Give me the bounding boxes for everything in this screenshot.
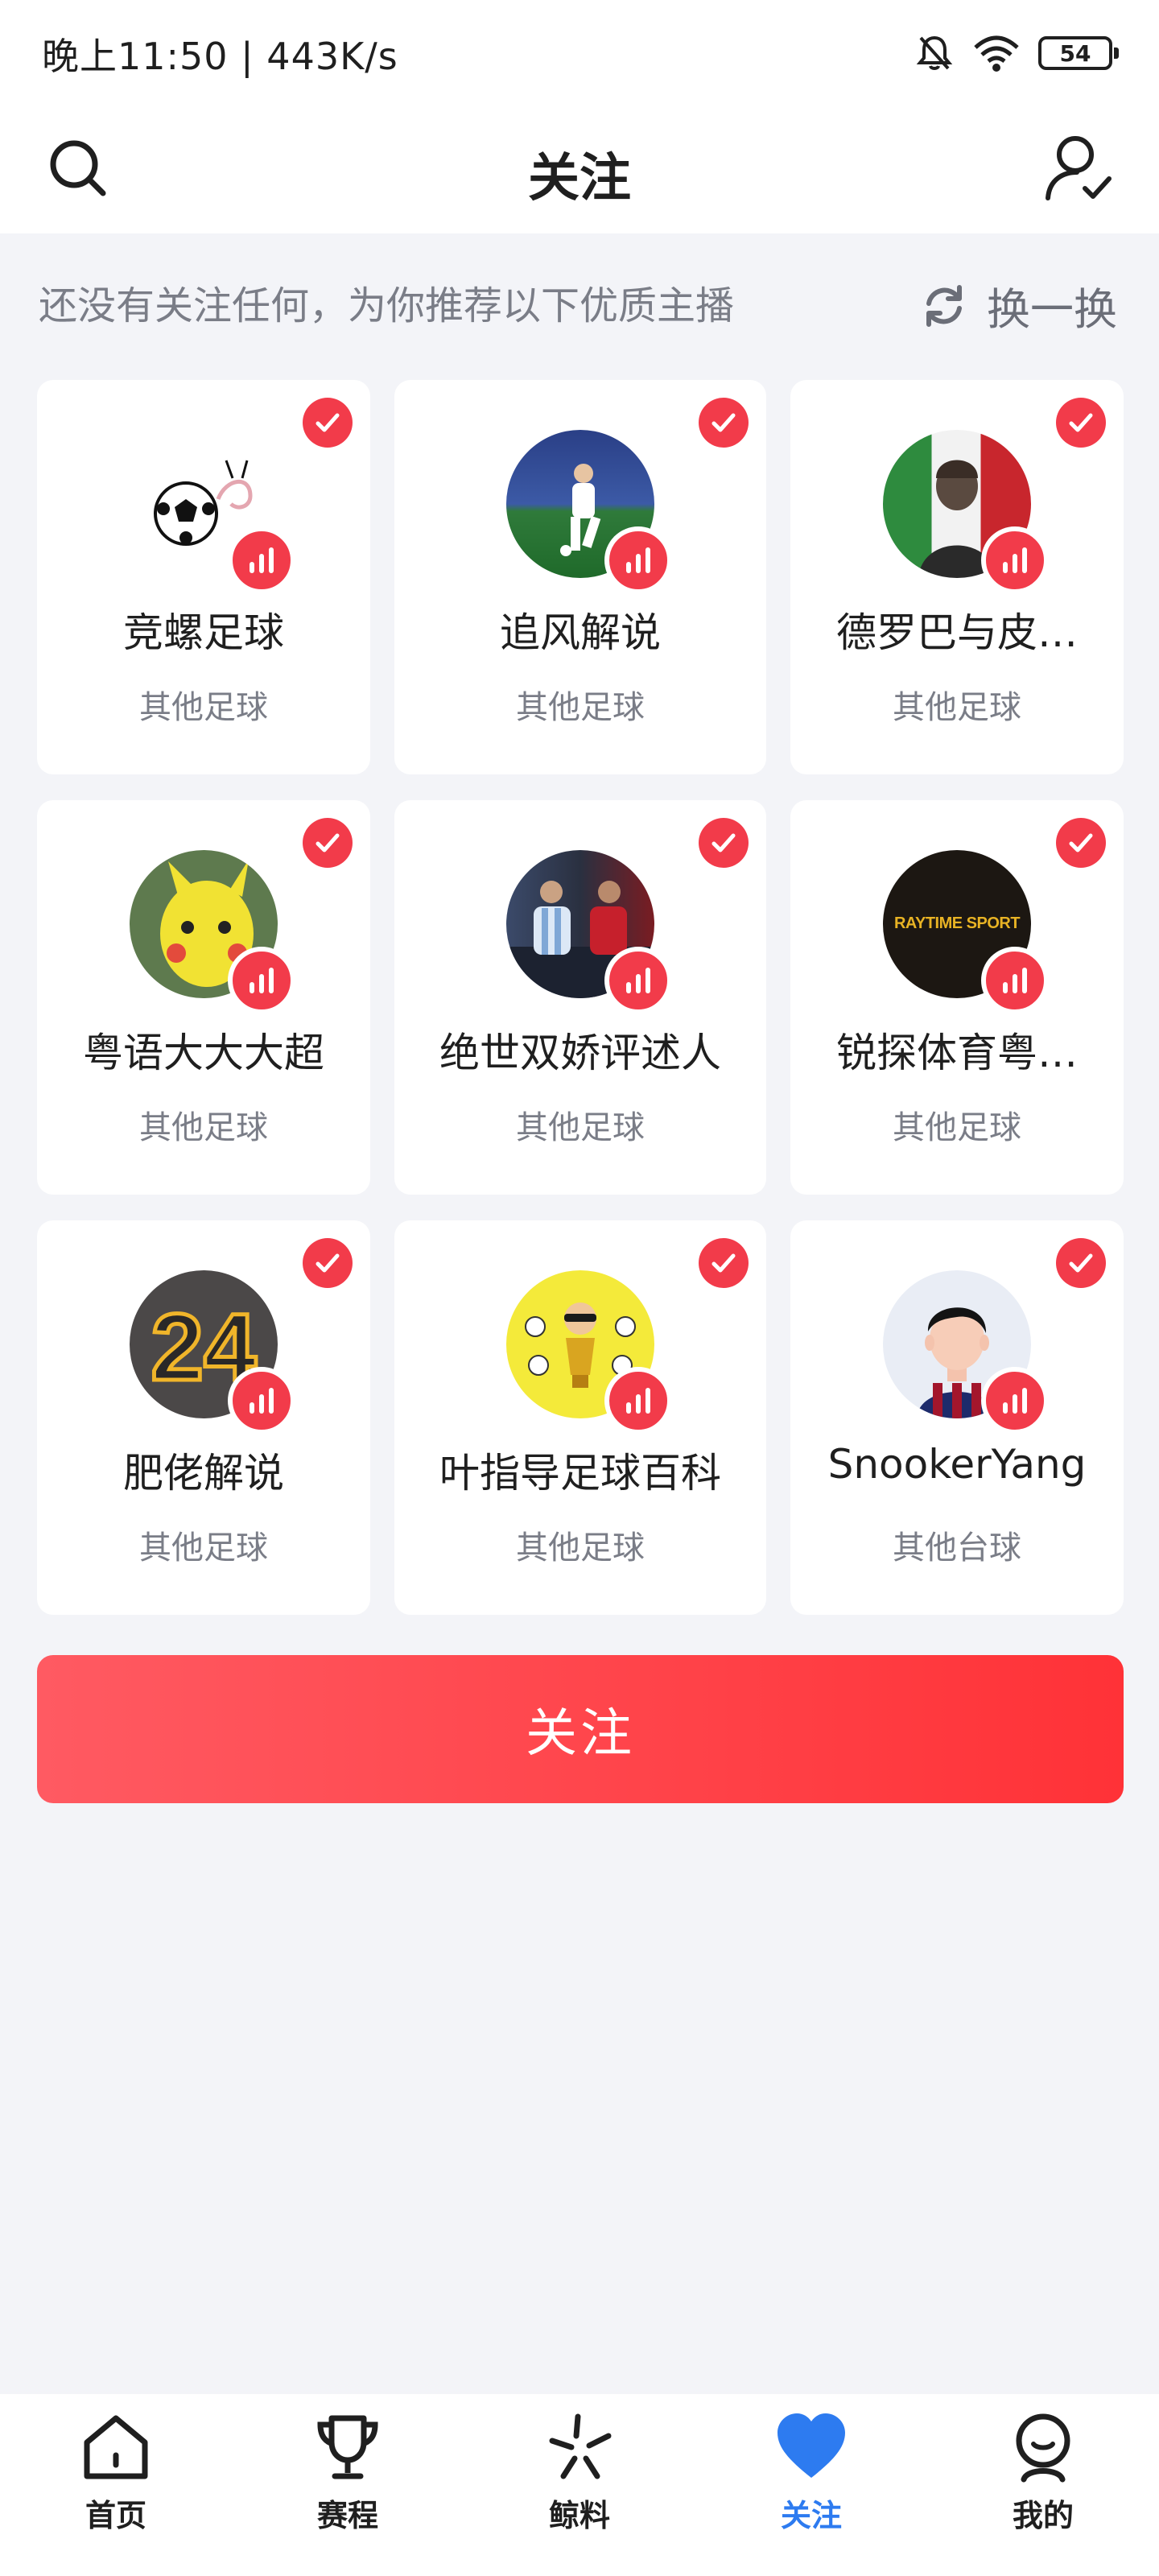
selected-check-icon[interactable] [303,1238,353,1288]
selected-check-icon[interactable] [303,398,353,448]
streamer-category: 其他足球 [139,1530,268,1567]
streamer-category: 其他足球 [516,689,645,726]
status-bar: 晚上11:50 | 443K/s 54 [0,0,1159,105]
streamer-card[interactable]: 竞螺足球 其他足球 [37,380,370,774]
selected-check-icon[interactable] [1056,818,1106,868]
live-icon [604,526,672,594]
streamer-card[interactable]: 德罗巴与皮… 其他足球 [790,380,1124,774]
nav-item-schedule[interactable]: 赛程 [232,2394,464,2576]
streamer-category: 其他足球 [139,1109,268,1146]
live-icon [604,947,672,1014]
mute-bell-icon [916,35,953,70]
nav-item-news[interactable]: 鲸料 [464,2394,695,2576]
sparkle-icon [549,2413,612,2479]
streamer-card[interactable]: 叶指导足球百科 其他足球 [394,1220,766,1615]
streamer-category: 其他足球 [516,1530,645,1567]
heart-icon [777,2413,845,2478]
home-icon [84,2415,148,2479]
streamer-name: 锐探体育粤… [836,1030,1078,1076]
live-icon [228,526,295,594]
streamer-card[interactable]: 粤语大大大超 其他足球 [37,800,370,1195]
selected-check-icon[interactable] [699,398,749,448]
nav-item-follow[interactable]: 关注 [695,2394,927,2576]
top-header: 关注 [0,105,1159,233]
selected-check-icon[interactable] [699,818,749,868]
live-icon [981,1367,1049,1435]
followed-user-icon[interactable] [1040,129,1117,206]
streamer-category: 其他台球 [893,1530,1021,1567]
streamer-category: 其他足球 [893,689,1021,726]
bottom-nav: 首页 赛程 鲸料 关注 我的 [0,2394,1159,2576]
status-icons: 54 [914,31,1119,76]
streamer-card[interactable]: 绝世双娇评述人 其他足球 [394,800,766,1195]
nav-label-follow: 关注 [780,2498,842,2533]
streamer-category: 其他足球 [139,689,268,726]
recommend-text: 还没有关注任何，为你推荐以下优质主播 [39,283,735,328]
streamer-name: 竞螺足球 [123,609,284,656]
selected-check-icon[interactable] [1056,398,1106,448]
trophy-icon [317,2415,378,2479]
streamer-name: 绝世双娇评述人 [439,1030,721,1076]
streamer-card[interactable]: 追风解说 其他足球 [394,380,766,774]
follow-button[interactable]: 关注 [37,1655,1124,1803]
live-icon [604,1367,672,1435]
nav-item-home[interactable]: 首页 [0,2394,232,2576]
selected-check-icon[interactable] [1056,1238,1106,1288]
battery-indicator: 54 [1038,36,1119,70]
streamer-card[interactable]: RAYTIME SPORT 锐探体育粤… 其他足球 [790,800,1124,1195]
streamer-name: SnookerYang [827,1441,1087,1488]
nav-item-me[interactable]: 我的 [927,2394,1159,2576]
nav-label-home: 首页 [85,2498,146,2533]
selected-check-icon[interactable] [303,818,353,868]
live-icon [981,526,1049,594]
live-icon [981,947,1049,1014]
nav-label-schedule: 赛程 [316,2498,378,2533]
streamer-category: 其他足球 [893,1109,1021,1146]
refresh-icon [926,284,962,327]
refresh-button[interactable]: 换一换 [921,274,1117,337]
streamer-name: 粤语大大大超 [83,1030,324,1076]
wifi-icon [974,35,1019,72]
streamer-card[interactable]: SnookerYang 其他台球 [790,1220,1124,1615]
live-icon [228,947,295,1014]
refresh-label: 换一换 [987,284,1117,335]
streamer-name: 德罗巴与皮… [836,609,1078,656]
streamer-name: 叶指导足球百科 [439,1450,721,1496]
nav-label-news: 鲸料 [548,2498,610,2533]
page-title: 关注 [528,149,631,208]
profile-icon [1016,2413,1070,2483]
live-icon [228,1367,295,1435]
selected-check-icon[interactable] [699,1238,749,1288]
avatar-brand-text: RAYTIME SPORT [893,914,1021,932]
status-time-speed: 晚上11:50 | 443K/s [42,35,398,78]
streamer-name: 肥佬解说 [123,1450,284,1496]
streamer-card[interactable]: 24 肥佬解说 其他足球 [37,1220,370,1615]
streamer-name: 追风解说 [500,609,661,656]
battery-level: 54 [1059,39,1091,67]
nav-label-me: 我的 [1012,2498,1074,2533]
streamer-category: 其他足球 [516,1109,645,1146]
